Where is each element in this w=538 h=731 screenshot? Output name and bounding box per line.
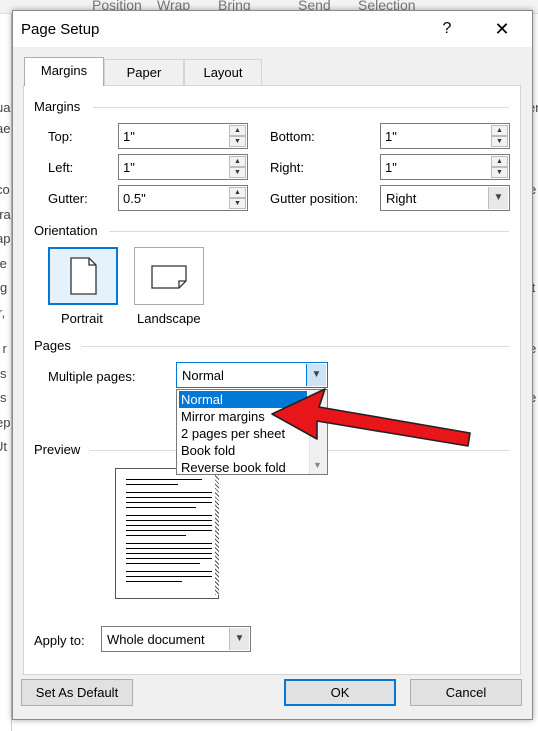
dialog-title: Page Setup <box>21 21 100 38</box>
doc-fragment: r, <box>0 305 6 320</box>
spin-down-icon[interactable]: ▼ <box>229 167 246 178</box>
landscape-button[interactable] <box>134 247 204 305</box>
doc-fragment: Ut <box>0 439 7 454</box>
tab-paper[interactable]: Paper <box>104 59 184 85</box>
margins-group-label: Margins <box>34 99 81 114</box>
multiple-pages-label: Multiple pages: <box>48 369 136 384</box>
tab-layout[interactable]: Layout <box>184 59 262 85</box>
chevron-down-icon[interactable]: ▼ <box>229 628 249 650</box>
scroll-up-icon[interactable]: ▲ <box>313 393 322 403</box>
bottom-margin-spinner[interactable]: 1" ▲ ▼ <box>380 123 510 149</box>
option-mirror-margins[interactable]: Mirror margins <box>179 408 307 425</box>
doc-fragment: ua <box>0 100 11 115</box>
landscape-page-icon <box>151 265 187 289</box>
option-2-pages-per-sheet[interactable]: 2 pages per sheet <box>179 425 307 442</box>
portrait-label: Portrait <box>61 311 103 326</box>
multiple-pages-dropdown-list[interactable]: Normal Mirror margins 2 pages per sheet … <box>176 389 328 475</box>
doc-fragment: s <box>0 366 7 381</box>
doc-fragment: ora <box>0 207 11 222</box>
top-margin-value: 1" <box>123 129 135 144</box>
margins-divider <box>93 107 509 108</box>
chevron-down-icon[interactable]: ▼ <box>306 364 326 386</box>
doc-fragment: ae <box>0 121 11 136</box>
doc-fragment: ap <box>0 231 11 246</box>
portrait-button[interactable] <box>48 247 118 305</box>
orientation-group-label: Orientation <box>34 223 98 238</box>
doc-fragment: co <box>0 182 10 197</box>
preview-group-label: Preview <box>34 442 81 457</box>
apply-to-select[interactable]: Whole document ▼ <box>101 626 251 652</box>
right-label: Right: <box>270 160 304 175</box>
scroll-down-icon[interactable]: ▼ <box>313 460 322 470</box>
apply-to-value: Whole document <box>107 632 205 647</box>
preview-page-thumbnail <box>115 468 219 599</box>
ok-button[interactable]: OK <box>284 679 396 706</box>
gutter-position-select[interactable]: Right ▼ <box>380 185 510 211</box>
set-as-default-button[interactable]: Set As Default <box>21 679 133 706</box>
left-margin-value: 1" <box>123 160 135 175</box>
option-book-fold[interactable]: Book fold <box>179 442 307 459</box>
top-margin-spinner[interactable]: 1" ▲ ▼ <box>118 123 248 149</box>
dialog-titlebar: Page Setup ? ✕ <box>13 11 532 47</box>
doc-fragment: l r <box>0 341 7 356</box>
gutter-position-label: Gutter position: <box>270 191 359 206</box>
gutter-label: Gutter: <box>48 191 88 206</box>
left-margin-spinner[interactable]: 1" ▲ ▼ <box>118 154 248 180</box>
landscape-label: Landscape <box>137 311 201 326</box>
spin-up-icon[interactable]: ▲ <box>491 156 508 167</box>
spin-down-icon[interactable]: ▼ <box>491 136 508 147</box>
spin-up-icon[interactable]: ▲ <box>229 125 246 136</box>
option-normal[interactable]: Normal <box>179 391 307 408</box>
multiple-pages-select[interactable]: Normal ▼ <box>176 362 328 388</box>
spin-up-icon[interactable]: ▲ <box>229 187 246 198</box>
orientation-divider <box>109 231 509 232</box>
option-reverse-book-fold[interactable]: Reverse book fold <box>179 459 307 476</box>
spin-down-icon[interactable]: ▼ <box>491 167 508 178</box>
apply-to-label: Apply to: <box>34 633 85 648</box>
cancel-button[interactable]: Cancel <box>410 679 522 706</box>
pages-group-label: Pages <box>34 338 71 353</box>
document-left-edge: ua ae co ora ap te g r, l r s s ep Ut <box>0 14 12 731</box>
multiple-pages-value: Normal <box>182 368 224 383</box>
doc-fragment: te <box>0 256 7 271</box>
tab-margins[interactable]: Margins <box>24 57 104 86</box>
top-label: Top: <box>48 129 73 144</box>
doc-fragment: ep <box>0 415 11 430</box>
page-setup-dialog: Page Setup ? ✕ Margins Paper Layout Marg… <box>12 10 533 720</box>
spin-down-icon[interactable]: ▼ <box>229 198 246 209</box>
bottom-label: Bottom: <box>270 129 315 144</box>
spin-up-icon[interactable]: ▲ <box>229 156 246 167</box>
doc-fragment: s <box>0 390 7 405</box>
portrait-page-icon <box>70 257 97 295</box>
close-button[interactable]: ✕ <box>489 17 515 41</box>
pages-divider <box>81 346 509 347</box>
right-margin-spinner[interactable]: 1" ▲ ▼ <box>380 154 510 180</box>
help-button[interactable]: ? <box>435 17 459 41</box>
spin-down-icon[interactable]: ▼ <box>229 136 246 147</box>
gutter-hatch <box>215 473 219 595</box>
bottom-margin-value: 1" <box>385 129 397 144</box>
gutter-value: 0.5" <box>123 191 146 206</box>
right-margin-value: 1" <box>385 160 397 175</box>
spin-up-icon[interactable]: ▲ <box>491 125 508 136</box>
doc-fragment: g <box>0 280 8 295</box>
dropdown-scrollbar[interactable]: ▲ ▼ <box>309 390 327 474</box>
chevron-down-icon[interactable]: ▼ <box>488 187 508 209</box>
gutter-spinner[interactable]: 0.5" ▲ ▼ <box>118 185 248 211</box>
gutter-position-value: Right <box>386 191 417 206</box>
left-label: Left: <box>48 160 74 175</box>
